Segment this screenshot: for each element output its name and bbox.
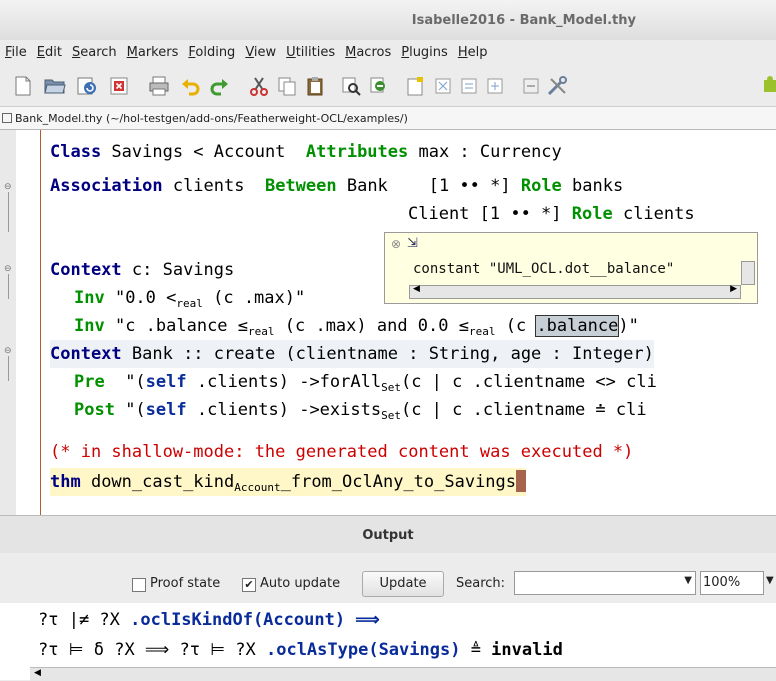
code-line-post: Post "(self .clients) ->existsSet(c | c … [74, 400, 647, 422]
output-toolbar: Proof state ✔ Auto update Update Search:… [0, 553, 776, 603]
detach-icon[interactable]: ⇲ [407, 236, 418, 251]
chevron-down-icon[interactable]: ▼ [766, 575, 774, 586]
title-bar: Isabelle2016 - Bank_Model.thy [0, 0, 776, 41]
window-title: Isabelle2016 - Bank_Model.thy [411, 12, 636, 28]
output-horizontal-scrollbar[interactable]: ◀ [30, 667, 776, 681]
editor-margin-line [40, 130, 41, 515]
fold-line [8, 192, 9, 232]
code-line-context-savings: Context c: Savings [50, 260, 235, 280]
paste-icon[interactable] [304, 75, 326, 97]
output-line: ?τ ⊨ δ ?X ⟹ ?τ ⊨ ?X .oclAsType(Savings) … [38, 640, 563, 660]
search-input[interactable]: ▼ [514, 571, 696, 595]
menu-help[interactable]: Help [453, 45, 493, 60]
code-line-pre: Pre "(self .clients) ->forAllSet(c | c .… [74, 372, 657, 394]
proof-state-label: Proof state [150, 576, 221, 591]
code-line-context-bank: Context Bank :: create (clientname : Str… [50, 340, 654, 368]
plugin-icon[interactable] [760, 75, 776, 97]
code-line-thm: thm down_cast_kindAccount_from_OclAny_to… [50, 468, 527, 496]
tooltip-text: constant "UML_OCL.dot__balance" [413, 261, 675, 277]
menu-view[interactable]: View [240, 45, 281, 60]
cut-icon[interactable] [248, 75, 270, 97]
menu-plugins[interactable]: Plugins [396, 45, 453, 60]
close-icon[interactable] [108, 75, 130, 97]
tooltip-popup: ⊗ ⇲ constant "UML_OCL.dot__balance" ◀ ▶ [384, 232, 758, 304]
fold-marker-icon[interactable]: ⊖ [4, 264, 13, 274]
close-icon[interactable]: ⊗ [391, 237, 401, 251]
reload-icon[interactable] [76, 75, 98, 97]
collapse-icon[interactable] [458, 75, 480, 97]
open-folder-icon[interactable] [44, 75, 66, 97]
menu-file[interactable]: File [0, 45, 32, 60]
fold-marker-icon[interactable]: ⊖ [4, 182, 13, 192]
menu-search[interactable]: Search [67, 45, 122, 60]
find-icon[interactable] [340, 75, 362, 97]
undo-icon[interactable] [180, 75, 202, 97]
menu-folding[interactable]: Folding [183, 45, 240, 60]
scroll-right-icon[interactable]: ▶ [730, 284, 737, 294]
new-buffer-icon[interactable] [404, 75, 426, 97]
text-cursor [516, 470, 527, 492]
proof-state-checkbox[interactable] [132, 578, 146, 592]
toolbar [0, 66, 776, 107]
code-line-comment: (* in shallow-mode: the generated conten… [50, 442, 634, 462]
find-replace-icon[interactable] [368, 75, 390, 97]
auto-update-checkbox[interactable]: ✔ [242, 578, 256, 592]
scroll-left-icon[interactable]: ◀ [413, 284, 420, 294]
zoom-select[interactable]: 100% [700, 571, 764, 595]
editor-area[interactable]: ⊖ ⊖ ⊖ Class Savings < Account Attributes… [0, 130, 776, 515]
menu-markers[interactable]: Markers [122, 45, 184, 60]
copy-icon[interactable] [276, 75, 298, 97]
buffer-tab[interactable]: Bank_Model.thy (~/hol-testgen/add-ons/Fe… [0, 107, 776, 130]
redo-icon[interactable] [208, 75, 230, 97]
search-label: Search: [456, 576, 506, 591]
buffer-tab-label: Bank_Model.thy (~/hol-testgen/add-ons/Fe… [15, 111, 408, 125]
menu-macros[interactable]: Macros [340, 45, 396, 60]
fold-line [8, 274, 9, 299]
fold-marker-icon[interactable]: ⊖ [4, 346, 13, 356]
scroll-left-icon[interactable]: ◀ [34, 668, 41, 678]
output-title: Output [362, 527, 414, 543]
code-line-inv1: Inv "0.0 <real (c .max)" [74, 288, 306, 310]
print-icon[interactable] [148, 75, 170, 97]
menu-bar: File Edit Search Markers Folding View Ut… [0, 40, 776, 64]
code-line-class: Class Savings < Account Attributes max :… [50, 142, 562, 162]
code-line-association-client: Client [1 •• *] Role clients [408, 204, 695, 224]
menu-edit[interactable]: Edit [32, 45, 67, 60]
tooltip-vertical-scrollbar[interactable] [741, 261, 755, 285]
tools-icon[interactable] [546, 75, 568, 97]
new-file-icon[interactable] [12, 75, 34, 97]
buffer-checkbox-icon [2, 113, 12, 123]
code-line-inv2: Inv "c .balance ≤real (c .max) and 0.0 ≤… [74, 315, 639, 338]
fold-icon[interactable] [484, 75, 506, 97]
tooltip-horizontal-scrollbar[interactable]: ◀ ▶ [409, 284, 741, 299]
menu-utilities[interactable]: Utilities [281, 45, 340, 60]
code-line-association: Association clients Between Bank [1 •• *… [50, 176, 624, 196]
hovered-balance-token[interactable]: .balance [535, 315, 620, 337]
auto-update-label: Auto update [260, 576, 341, 591]
settings-icon[interactable] [520, 75, 542, 97]
expand-icon[interactable] [432, 75, 454, 97]
output-line: ?τ |≠ ?X .oclIsKindOf(Account) ⟹ [38, 610, 380, 630]
output-text-area[interactable]: ?τ |≠ ?X .oclIsKindOf(Account) ⟹ ?τ ⊨ δ … [0, 603, 776, 681]
chevron-down-icon[interactable]: ▼ [684, 575, 692, 586]
update-button[interactable]: Update [362, 571, 444, 597]
output-panel-header: Output [0, 515, 776, 554]
fold-line [8, 356, 9, 381]
